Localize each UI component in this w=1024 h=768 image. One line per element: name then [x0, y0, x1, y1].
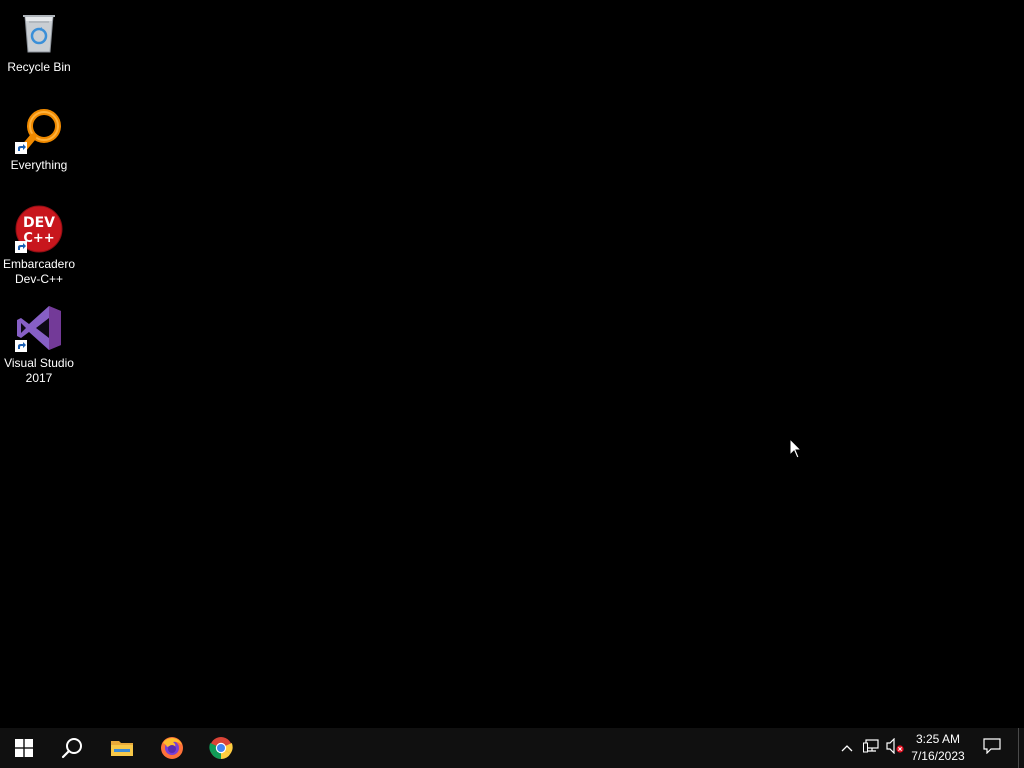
desktop-icon-label: Everything — [10, 158, 68, 172]
desktop-icon-dev-cpp[interactable]: DEV C++ Embarcadero Dev-C++ — [1, 205, 77, 287]
show-hidden-icons-button[interactable] — [835, 728, 859, 768]
everything-search-icon — [15, 106, 63, 154]
clock-time: 3:25 AM — [915, 732, 961, 746]
desktop-icon-recycle-bin[interactable]: Recycle Bin — [1, 8, 77, 75]
chrome-icon — [209, 736, 233, 760]
action-center-button[interactable] — [976, 728, 1008, 768]
dev-cpp-icon: DEV C++ — [15, 205, 63, 253]
network-button[interactable] — [859, 728, 883, 768]
notification-icon — [983, 737, 1001, 759]
start-button[interactable] — [0, 728, 48, 768]
network-icon — [863, 738, 879, 758]
taskbar-chrome[interactable] — [197, 728, 245, 768]
windows-start-icon — [15, 739, 33, 757]
desktop-icon-label: Recycle Bin — [7, 60, 71, 74]
mouse-cursor-icon — [789, 437, 803, 460]
visual-studio-icon — [15, 304, 63, 352]
svg-text:C++: C++ — [23, 231, 54, 246]
taskbar-file-explorer[interactable] — [98, 728, 146, 768]
folder-icon — [110, 738, 134, 758]
shortcut-arrow-icon — [15, 142, 27, 154]
volume-button[interactable] — [883, 728, 907, 768]
show-desktop-button[interactable] — [1018, 728, 1024, 768]
clock-date: 7/16/2023 — [911, 749, 965, 763]
desktop-icon-everything[interactable]: Everything — [1, 106, 77, 173]
taskbar-firefox[interactable] — [148, 728, 196, 768]
search-icon — [61, 737, 83, 759]
taskbar: 3:25 AM 7/16/2023 — [0, 728, 1024, 768]
desktop[interactable]: Recycle Bin Everything DEV C++ Embarcade… — [0, 0, 1024, 728]
firefox-icon — [160, 736, 184, 760]
shortcut-arrow-icon — [15, 241, 27, 253]
search-button[interactable] — [48, 728, 96, 768]
taskbar-clock[interactable]: 3:25 AM 7/16/2023 — [906, 728, 970, 768]
desktop-icon-label: Embarcadero Dev-C++ — [2, 257, 76, 286]
svg-text:DEV: DEV — [23, 215, 55, 231]
desktop-icon-label: Visual Studio 2017 — [4, 356, 74, 385]
desktop-icon-visual-studio[interactable]: Visual Studio 2017 — [1, 304, 77, 386]
recycle-bin-icon — [15, 8, 63, 56]
shortcut-arrow-icon — [15, 340, 27, 352]
chevron-up-icon — [841, 739, 853, 757]
volume-muted-icon — [886, 737, 904, 759]
